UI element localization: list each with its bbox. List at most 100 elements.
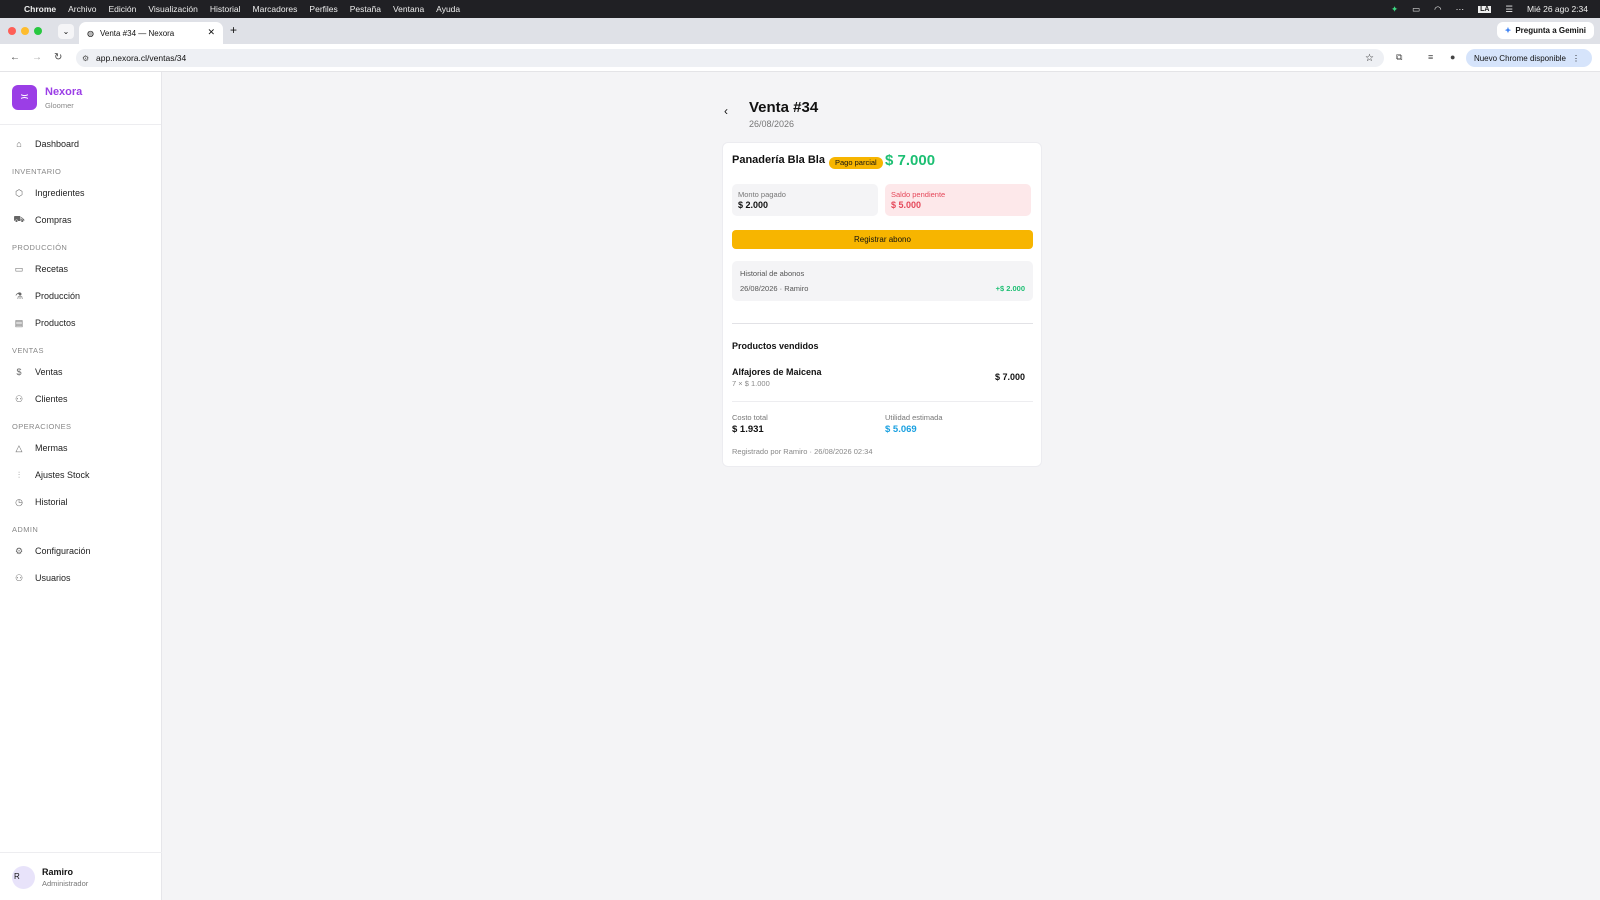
zoom-window-icon[interactable] <box>34 27 42 35</box>
back-arrow-icon[interactable]: ‹ <box>724 104 728 118</box>
avatar[interactable]: R <box>12 866 35 889</box>
minimize-window-icon[interactable] <box>21 27 29 35</box>
address-bar[interactable]: ⚙ app.nexora.cl/ventas/34 ☆ <box>76 49 1384 67</box>
brand-subtitle: Gloomer <box>45 101 74 110</box>
gemini-icon: ✦ <box>1504 26 1512 35</box>
sidebar-item-label: Producción <box>35 291 81 301</box>
sidebar-item-ventas[interactable]: $ Ventas <box>12 364 63 380</box>
sidebar-item-historial[interactable]: ◷ Historial <box>12 494 68 510</box>
menu-app-name[interactable]: Chrome <box>24 4 56 14</box>
registered-by: Registrado por Ramiro · 26/08/2026 02:34 <box>732 447 873 456</box>
browser-tab[interactable]: ◍ Venta #34 — Nexora ✕ <box>79 22 223 44</box>
reload-icon[interactable]: ↻ <box>54 52 62 63</box>
sidebar-item-label: Ingredientes <box>35 188 85 198</box>
menu-ayuda[interactable]: Ayuda <box>436 4 460 14</box>
page-title: Venta #34 <box>749 99 819 116</box>
gemini-button[interactable]: ✦ Pregunta a Gemini <box>1496 22 1594 39</box>
reading-list-icon[interactable]: ≡ <box>1428 52 1433 62</box>
brand: ≍ Nexora Gloomer <box>0 72 161 125</box>
sidebar-item-compras[interactable]: ⛟ Compras <box>12 212 72 228</box>
menu-edicion[interactable]: Edición <box>108 4 136 14</box>
paid-label: Monto pagado <box>738 190 786 199</box>
section-inventario: INVENTARIO <box>12 167 62 176</box>
menu-ventana[interactable]: Ventana <box>393 4 424 14</box>
close-tab-icon[interactable]: ✕ <box>207 27 215 38</box>
home-icon: ⌂ <box>16 139 22 149</box>
menu-historial[interactable]: Historial <box>210 4 241 14</box>
bookmark-star-icon[interactable]: ☆ <box>1365 53 1374 64</box>
close-window-icon[interactable] <box>8 27 16 35</box>
user-role: Administrador <box>42 879 89 888</box>
menu-archivo[interactable]: Archivo <box>68 4 96 14</box>
screen-mirror-icon[interactable]: ⋯ <box>1456 4 1465 15</box>
cost-label: Costo total <box>732 413 768 422</box>
globe-icon: ◍ <box>87 28 94 38</box>
control-center-icon[interactable]: ☰ <box>1505 4 1513 15</box>
sidebar-item-label: Dashboard <box>35 139 80 149</box>
browser-toolbar: ← → ↻ ⚙ app.nexora.cl/ventas/34 ☆ ⧉ ≡ ● … <box>0 44 1600 72</box>
sidebar-item-label: Recetas <box>35 264 69 274</box>
sidebar-item-mermas[interactable]: △ Mermas <box>12 440 68 456</box>
forward-nav-icon[interactable]: → <box>32 52 42 63</box>
sidebar-item-usuarios[interactable]: ⚇ Usuarios <box>12 570 71 586</box>
products-title: Productos vendidos <box>732 341 819 351</box>
cart-icon: ⛟ <box>13 214 25 224</box>
book-icon: ▭ <box>14 263 24 274</box>
menu-pestana[interactable]: Pestaña <box>350 4 381 14</box>
activity-icon[interactable]: ✦ <box>1391 4 1398 15</box>
sidebar-item-label: Ventas <box>35 367 63 377</box>
sidebar-item-recetas[interactable]: ▭ Recetas <box>12 261 68 277</box>
sidebar-item-produccion[interactable]: ⚗ Producción <box>12 288 80 304</box>
archive-icon: ▤ <box>14 317 24 328</box>
battery-icon[interactable]: ▭ <box>1412 4 1420 15</box>
clock-icon: ◷ <box>15 496 23 507</box>
update-chrome-button[interactable]: Nuevo Chrome disponible ⋮ <box>1465 49 1592 67</box>
sidebar-item-productos[interactable]: ▤ Productos <box>12 315 76 331</box>
sale-total: $ 7.000 <box>885 152 936 169</box>
dollar-icon: $ <box>16 367 22 377</box>
section-admin: ADMIN <box>12 525 39 534</box>
back-nav-icon[interactable]: ← <box>10 52 20 63</box>
tab-strip: ⌄ ◍ Venta #34 — Nexora ✕ + ✦ Pregunta a … <box>0 18 1600 44</box>
tab-search-chevron-icon[interactable]: ⌄ <box>58 24 74 39</box>
pending-label: Saldo pendiente <box>891 190 946 199</box>
product-quantity: 7 × $ 1.000 <box>732 379 770 388</box>
users-icon: ⚇ <box>14 393 24 404</box>
sidebar-item-label: Historial <box>35 497 68 507</box>
user-profile[interactable]: R Ramiro Administrador <box>0 852 162 900</box>
sidebar-item-ingredientes[interactable]: ⬡ Ingredientes <box>12 185 85 201</box>
more-menu-icon[interactable]: ⋮ <box>1572 54 1580 63</box>
register-payment-button[interactable]: Registrar abono <box>732 230 1033 249</box>
url-text[interactable]: app.nexora.cl/ventas/34 <box>96 53 186 63</box>
profit-label: Utilidad estimada <box>885 413 943 422</box>
sidebar-item-label: Configuración <box>35 546 91 556</box>
section-produccion: PRODUCCIÓN <box>12 243 68 252</box>
brand-logo-icon[interactable]: ≍ <box>12 85 37 110</box>
gemini-label: Pregunta a Gemini <box>1515 26 1586 35</box>
product-name: Alfajores de Maicena <box>732 367 822 377</box>
new-tab-icon[interactable]: + <box>230 23 237 37</box>
sidebar-item-label: Compras <box>35 215 72 225</box>
input-source[interactable]: LA <box>1478 5 1492 13</box>
sidebar-item-label: Usuarios <box>35 573 71 583</box>
warning-icon: △ <box>15 442 23 453</box>
menu-perfiles[interactable]: Perfiles <box>309 4 337 14</box>
sidebar-item-configuracion[interactable]: ⚙ Configuración <box>12 543 91 559</box>
gear-icon: ⚙ <box>14 545 24 556</box>
menu-marcadores[interactable]: Marcadores <box>253 4 298 14</box>
sliders-icon: ⫶ <box>17 469 21 480</box>
site-info-icon[interactable]: ⚙ <box>82 54 89 63</box>
status-badge: Pago parcial <box>829 157 883 169</box>
sidebar-item-dashboard[interactable]: ⌂ Dashboard <box>12 136 79 152</box>
sidebar-item-clientes[interactable]: ⚇ Clientes <box>12 391 68 407</box>
paid-value: $ 2.000 <box>738 200 769 210</box>
wifi-icon[interactable]: ◠ <box>1434 4 1441 15</box>
history-title: Historial de abonos <box>740 269 805 278</box>
menu-visualizacion[interactable]: Visualización <box>148 4 197 14</box>
pending-balance-box: Saldo pendiente $ 5.000 <box>885 184 1031 216</box>
sidebar-item-ajustes-stock[interactable]: ⫶ Ajustes Stock <box>12 467 90 483</box>
sidebar-item-label: Clientes <box>35 394 68 404</box>
clock[interactable]: Mié 26 ago 2:34 <box>1527 4 1588 14</box>
profile-icon[interactable]: ● <box>1450 52 1455 62</box>
extensions-icon[interactable]: ⧉ <box>1396 52 1402 63</box>
